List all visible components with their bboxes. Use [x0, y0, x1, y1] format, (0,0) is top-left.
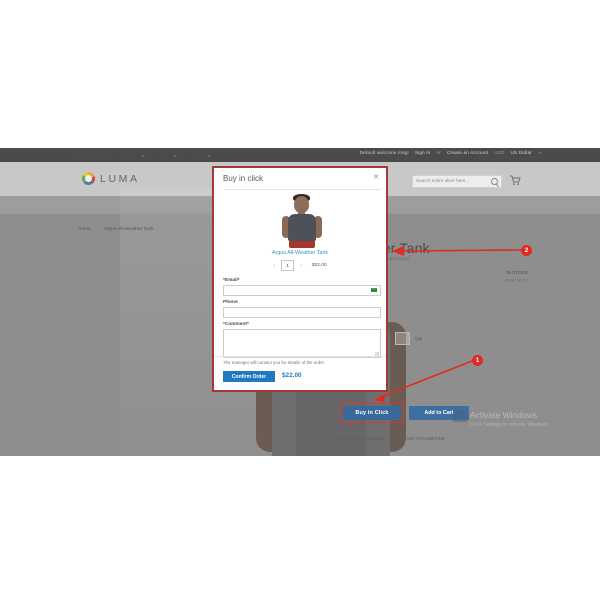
- product-sku: SKU#: MT07: [502, 278, 528, 283]
- compare-label: ADD TO COMPARE: [405, 436, 445, 441]
- site-logo[interactable]: LUMA: [82, 172, 140, 185]
- secondary-links: ♥ ADD TO WISH LIST ◫ ADD TO COMPARE: [340, 436, 445, 442]
- logo-text: LUMA: [100, 172, 140, 185]
- watermark-line-2: Go to Settings to activate Windows.: [470, 422, 549, 428]
- chevron-down-icon: [141, 155, 146, 157]
- buy-in-click-modal: Buy in click ✕ Argus All-Weather Tank ‹ …: [212, 166, 388, 392]
- nav-item-label: Gear: [193, 153, 205, 159]
- modal-footer-divider: [214, 356, 386, 357]
- comment-label: *Comment*: [223, 322, 249, 327]
- modal-unit-price: $22.00: [311, 263, 327, 268]
- add-to-compare-link[interactable]: ◫ ADD TO COMPARE: [399, 436, 445, 442]
- search-icon[interactable]: [491, 178, 498, 186]
- search-placeholder: Search entire store here...: [416, 178, 470, 184]
- nav-item-whats-new[interactable]: What's New: [78, 153, 106, 159]
- nav-item-label: Men: [161, 153, 172, 159]
- modal-total-price: $22.00: [282, 372, 302, 379]
- quantity-row: Qty: [395, 332, 422, 345]
- currency-switcher[interactable]: US Dollar: [511, 150, 532, 155]
- annotation-badge-1: 1: [472, 355, 483, 366]
- phone-field[interactable]: [223, 306, 381, 318]
- nav-items-list: What's New Women Men Gear: [78, 153, 211, 159]
- chevron-down-icon: [206, 155, 211, 157]
- chevron-right-icon[interactable]: ›: [300, 263, 302, 269]
- resize-handle-icon[interactable]: [375, 351, 379, 356]
- modal-header-divider: [223, 189, 381, 190]
- welcome-message: Default welcome msg!: [359, 150, 409, 155]
- add-to-wishlist-link[interactable]: ♥ ADD TO WISH LIST: [340, 436, 385, 442]
- luma-flower-icon: [82, 172, 95, 185]
- comment-field-group: *Comment*: [223, 322, 381, 358]
- modal-quantity-input[interactable]: 1: [281, 260, 295, 271]
- modal-quantity-row: ‹ 1 › $22.00: [214, 260, 386, 271]
- windows-watermark-icon: [453, 410, 467, 422]
- buy-in-click-button[interactable]: Buy In Click: [343, 406, 401, 420]
- currency-code: USD: [494, 150, 505, 155]
- wishlist-label: ADD TO WISH LIST: [344, 436, 385, 441]
- breadcrumb-current: Argus All-Weather Tank: [103, 227, 154, 232]
- breadcrumb-separator: >: [95, 227, 99, 232]
- nav-item-label: What's New: [78, 153, 106, 159]
- model-torso: [288, 214, 316, 241]
- nav-item-men[interactable]: Men: [161, 153, 178, 159]
- email-field-group: *Email*: [223, 278, 381, 296]
- phone-label: Phone: [223, 300, 238, 305]
- review-link[interactable]: this product: [386, 256, 410, 261]
- breadcrumb-home[interactable]: Home: [78, 227, 91, 232]
- quantity-stepper[interactable]: [395, 332, 410, 345]
- nav-item-label: Women: [121, 153, 140, 159]
- watermark-line-1: Activate Windows: [470, 410, 538, 420]
- modal-product-name[interactable]: Argus All-Weather Tank: [214, 250, 386, 256]
- comment-field[interactable]: [223, 328, 381, 358]
- modal-title: Buy in click: [223, 174, 264, 183]
- modal-product-image: [270, 194, 334, 248]
- windows-watermark: Activate Windows Go to Settings to activ…: [470, 410, 549, 428]
- breadcrumb: Home > Argus All-Weather Tank: [78, 227, 154, 232]
- nav-item-women[interactable]: Women: [122, 153, 146, 159]
- sign-in-link[interactable]: Sign In: [415, 150, 431, 155]
- action-button-row: Buy In Click Add to Cart: [340, 403, 469, 423]
- envelope-icon: [371, 287, 377, 292]
- search-input[interactable]: Search entire store here...: [412, 175, 502, 188]
- quantity-label: Qty: [415, 336, 423, 341]
- email-label: *Email*: [223, 278, 240, 283]
- create-account-link[interactable]: Create an Account: [447, 150, 488, 155]
- phone-field-group: Phone: [223, 300, 381, 318]
- confirm-order-button[interactable]: Confirm Order: [223, 371, 275, 382]
- or-text: or: [436, 150, 442, 155]
- chevron-down-icon: [538, 151, 542, 154]
- chevron-down-icon: [173, 155, 178, 157]
- compare-icon: ◫: [398, 436, 404, 442]
- nav-item-gear[interactable]: Gear: [193, 153, 211, 159]
- chevron-left-icon[interactable]: ‹: [273, 263, 275, 269]
- status-badge: IN STOCK: [506, 270, 528, 275]
- heart-icon: ♥: [340, 436, 343, 442]
- modal-note: The manager will contact you for details…: [223, 360, 325, 365]
- close-icon[interactable]: ✕: [373, 173, 379, 181]
- shopping-cart-icon[interactable]: [509, 175, 521, 186]
- email-field[interactable]: [223, 284, 381, 296]
- annotation-badge-2: 2: [521, 245, 532, 256]
- buy-in-click-highlight: Buy In Click: [340, 403, 404, 423]
